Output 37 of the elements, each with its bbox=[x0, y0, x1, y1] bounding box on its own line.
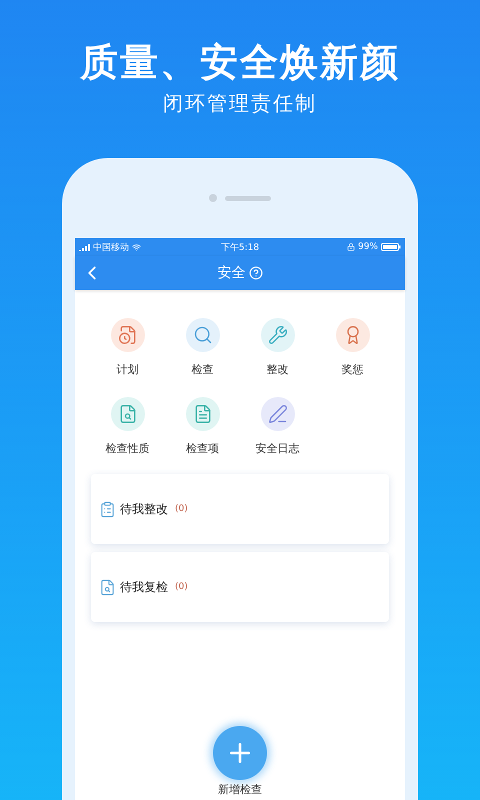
headline: 质量、安全焕新颜 bbox=[80, 39, 400, 86]
module-label[interactable]: 安全日志 bbox=[256, 441, 300, 456]
task-count: (0) bbox=[175, 504, 188, 514]
module-icon-background[interactable] bbox=[110, 397, 144, 431]
module-icon-background[interactable] bbox=[260, 318, 294, 352]
task-card[interactable]: 待我整改 (0) bbox=[91, 474, 389, 544]
help-icon[interactable] bbox=[248, 266, 262, 280]
module-label[interactable]: 检查项 bbox=[186, 441, 219, 456]
module-label[interactable]: 计划 bbox=[116, 362, 138, 377]
module-label[interactable]: 检查 bbox=[192, 362, 214, 377]
wifi-icon bbox=[132, 242, 141, 252]
module-icon-background[interactable] bbox=[186, 318, 220, 352]
camera-dot bbox=[209, 194, 217, 202]
status-time: 下午5:18 bbox=[220, 242, 260, 254]
carrier-name: 中国移动 bbox=[93, 242, 129, 254]
add-label: 新增检查 bbox=[218, 783, 262, 797]
module-label[interactable]: 检查性质 bbox=[106, 441, 150, 456]
battery-level: 99% bbox=[358, 242, 378, 252]
lock-icon bbox=[346, 243, 355, 251]
module-icon-background[interactable] bbox=[186, 397, 220, 431]
speaker-slot bbox=[225, 196, 271, 200]
document-search-icon bbox=[99, 578, 116, 596]
module-label[interactable]: 奖惩 bbox=[342, 362, 364, 377]
list-icon bbox=[99, 500, 116, 518]
task-label: 待我整改 bbox=[120, 500, 168, 518]
add-button[interactable] bbox=[213, 726, 267, 780]
module-icon-background[interactable] bbox=[110, 318, 144, 352]
signal-icon bbox=[79, 244, 90, 250]
subtitle: 闭环管理责任制 bbox=[163, 90, 317, 117]
task-label: 待我复检 bbox=[120, 578, 168, 596]
task-card[interactable]: 待我复检 (0) bbox=[91, 552, 389, 622]
module-icon-background[interactable] bbox=[260, 397, 294, 431]
task-count: (0) bbox=[175, 582, 188, 592]
battery-icon bbox=[381, 243, 401, 251]
page-title: 安全 bbox=[218, 264, 246, 282]
module-icon-background[interactable] bbox=[336, 318, 370, 352]
module-label[interactable]: 整改 bbox=[266, 362, 288, 377]
